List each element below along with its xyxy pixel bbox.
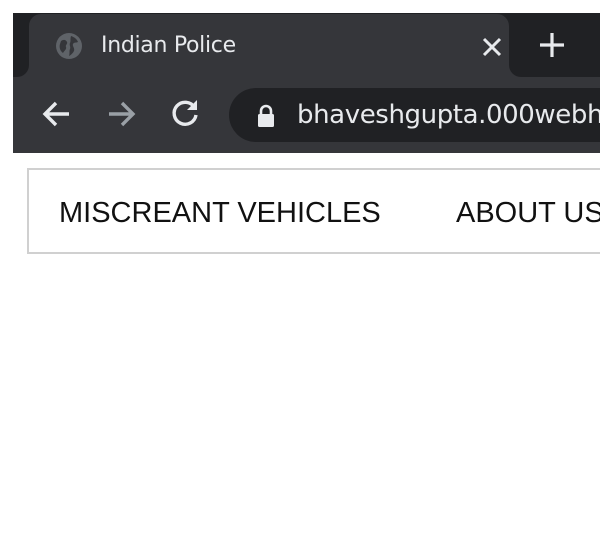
site-navbar: MISCREANT VEHICLES ABOUT US	[27, 168, 600, 254]
reload-icon[interactable]	[168, 97, 202, 131]
tab-curve-left	[17, 65, 29, 77]
tab-strip: Indian Police	[13, 13, 600, 77]
nav-link-about-us[interactable]: ABOUT US	[456, 196, 600, 230]
browser-tab[interactable]: Indian Police	[17, 14, 521, 77]
nav-link-miscreant-vehicles[interactable]: MISCREANT VEHICLES	[59, 196, 381, 230]
tab-title: Indian Police	[101, 33, 236, 58]
url-text[interactable]: bhaveshgupta.000webhostapp.com	[297, 99, 600, 131]
browser-chrome: Indian Police bhaveshgupta.000webh	[13, 13, 600, 153]
globe-icon	[56, 33, 82, 59]
lock-icon[interactable]	[255, 104, 277, 128]
tab-curve-right	[509, 65, 521, 77]
plus-icon[interactable]	[537, 30, 567, 60]
browser-toolbar: bhaveshgupta.000webhostapp.com	[13, 77, 600, 153]
screen: Indian Police bhaveshgupta.000webh MISCR…	[0, 0, 600, 542]
arrow-right-icon[interactable]	[104, 97, 138, 131]
address-bar[interactable]: bhaveshgupta.000webhostapp.com	[229, 88, 600, 142]
close-icon[interactable]	[479, 34, 505, 60]
arrow-left-icon[interactable]	[40, 97, 74, 131]
